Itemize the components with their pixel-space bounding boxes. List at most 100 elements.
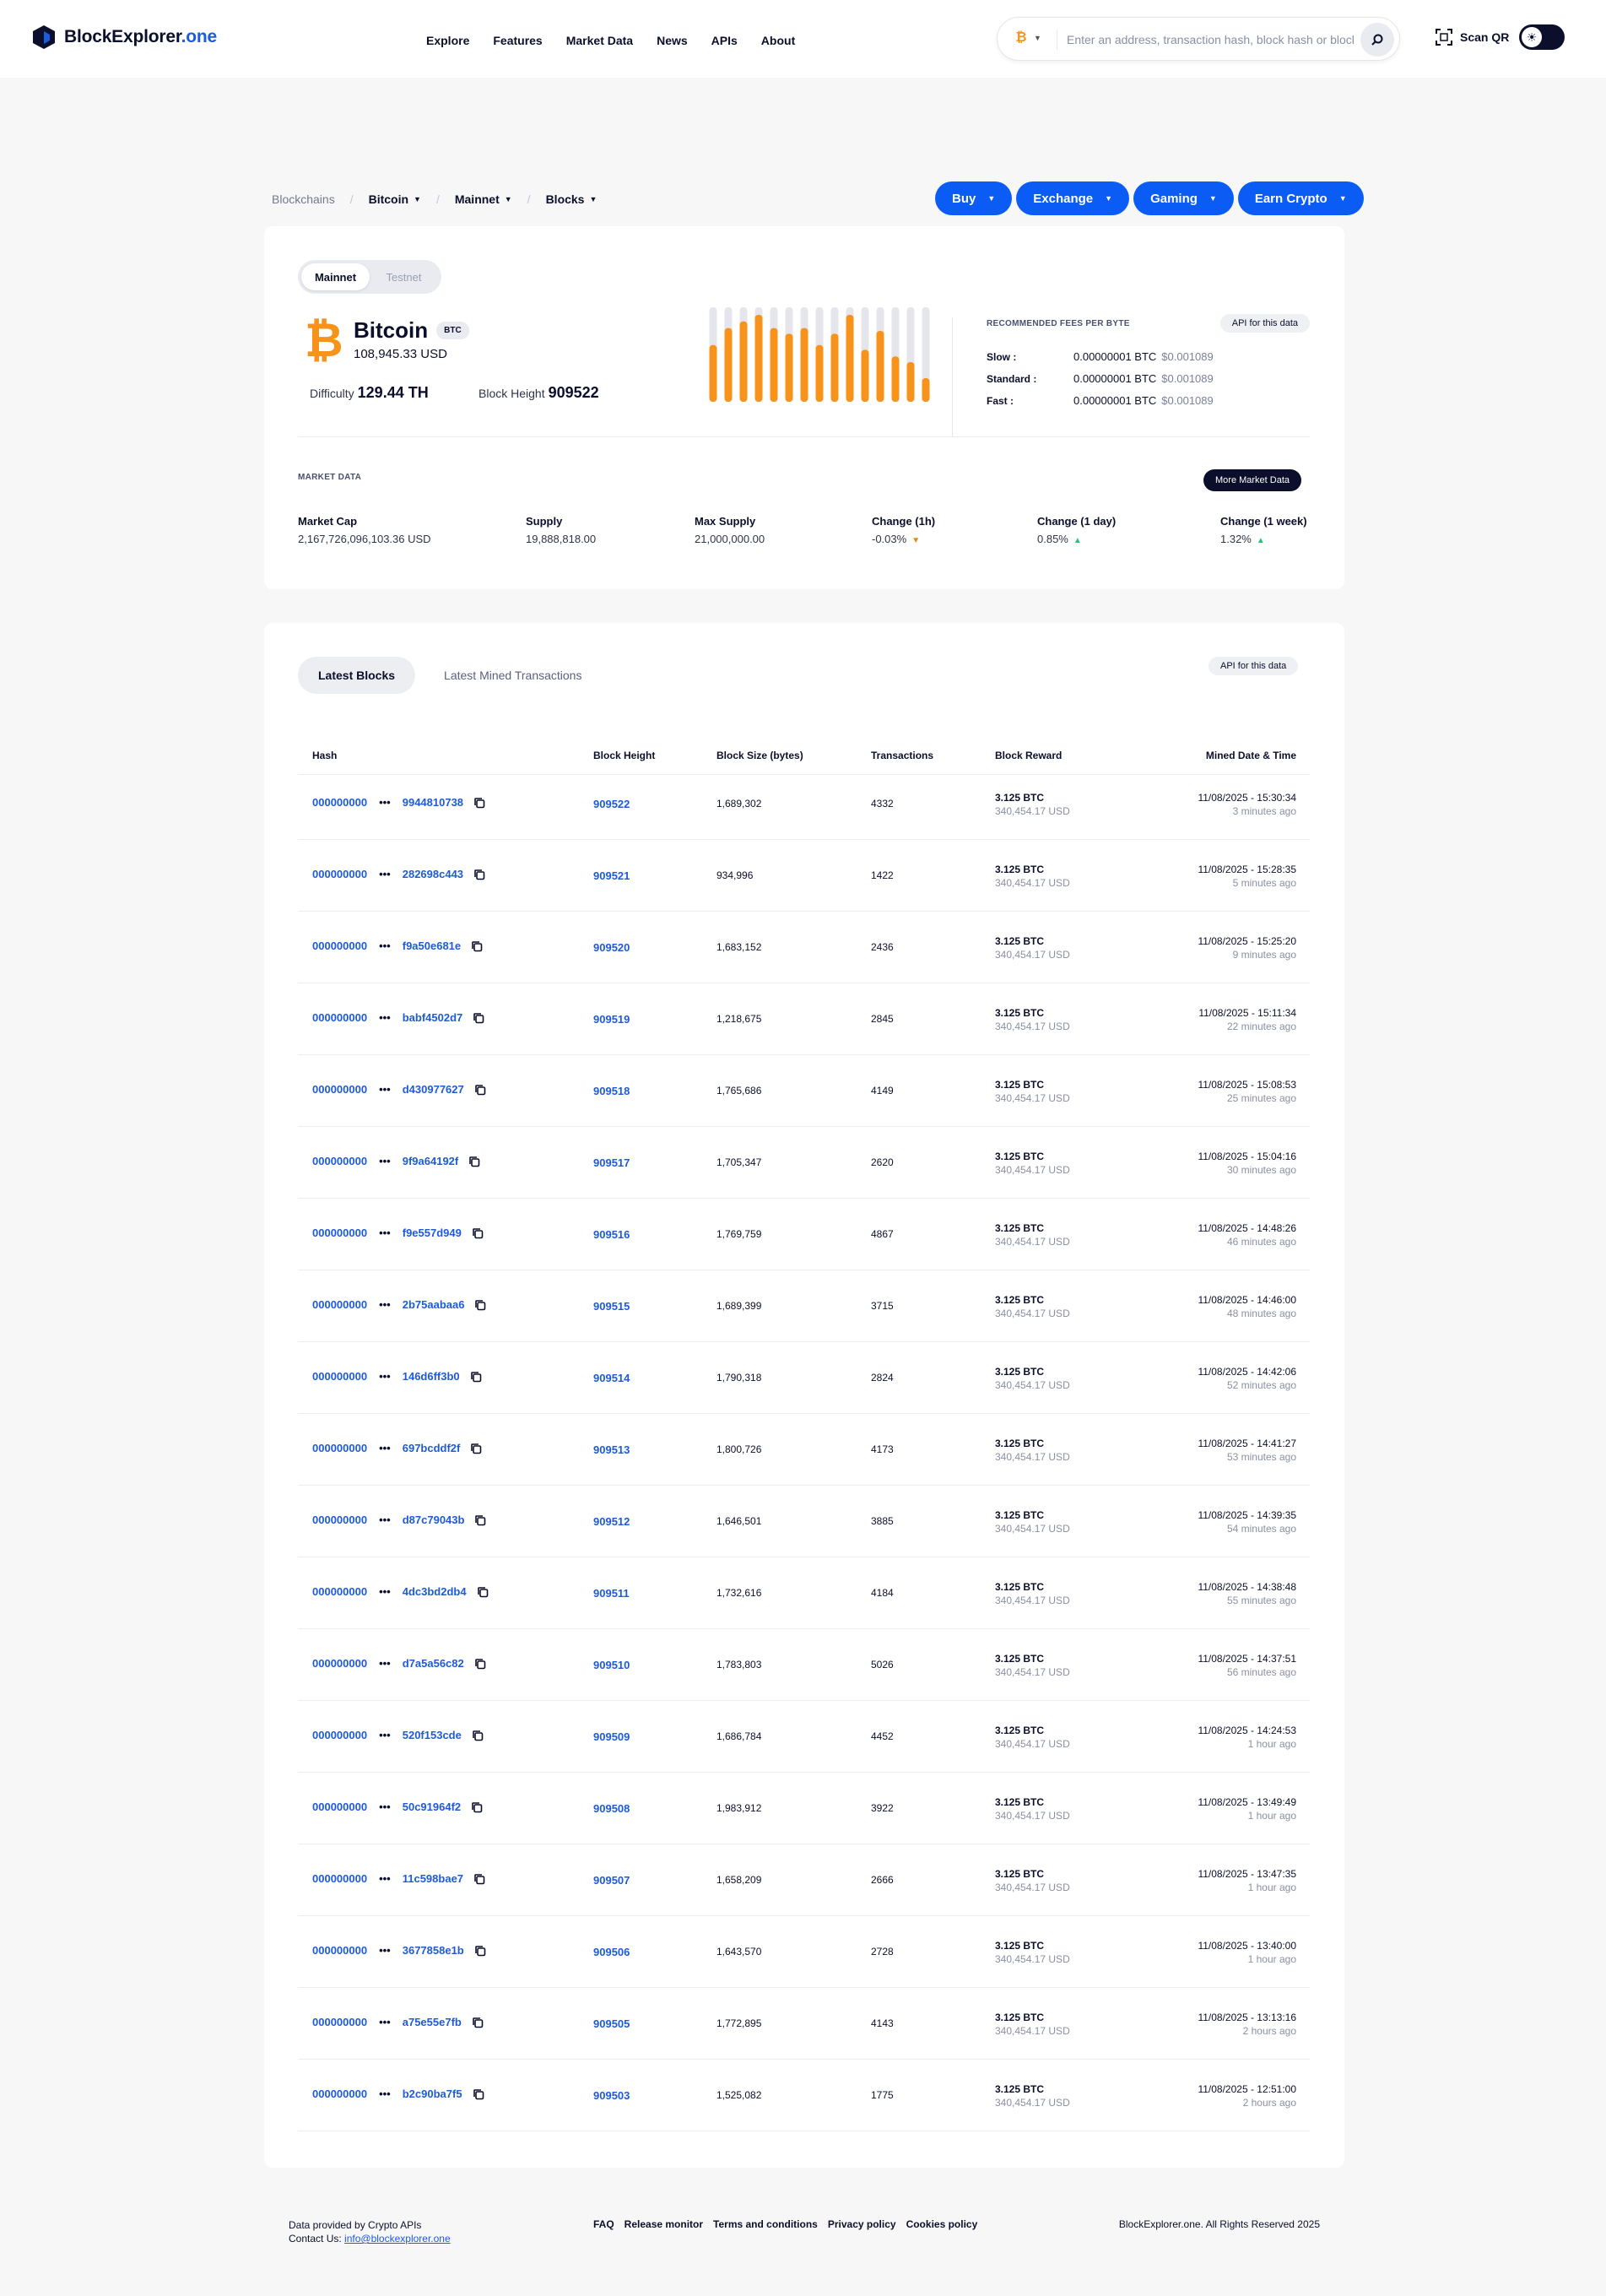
breadcrumb-chain[interactable]: Bitcoin ▼ (369, 192, 421, 206)
copy-icon[interactable] (473, 797, 485, 809)
copy-icon[interactable] (472, 1227, 484, 1239)
tab-latest-mined-transactions[interactable]: Latest Mined Transactions (424, 657, 602, 694)
block-hash-link[interactable]: 000000000 ••• 9f9a64192f (312, 1155, 480, 1167)
block-height-link[interactable]: 909505 (593, 2017, 630, 2030)
footer-link-release-monitor[interactable]: Release monitor (625, 2218, 703, 2230)
block-height-link[interactable]: 909522 (593, 798, 630, 810)
footer-link-faq[interactable]: FAQ (593, 2218, 614, 2230)
copy-icon[interactable] (472, 2017, 484, 2028)
copy-icon[interactable] (471, 1801, 483, 1813)
tab-mainnet[interactable]: Mainnet (301, 263, 370, 290)
chart-bar[interactable] (739, 321, 748, 402)
copy-icon[interactable] (474, 1299, 486, 1311)
nav-about[interactable]: About (761, 34, 795, 47)
copy-icon[interactable] (471, 940, 483, 952)
block-height-link[interactable]: 909506 (593, 1946, 630, 1958)
fees-api-button[interactable]: API for this data (1219, 314, 1310, 333)
search-button[interactable] (1360, 23, 1394, 57)
chart-bar[interactable] (800, 328, 808, 402)
breadcrumb-blockchains[interactable]: Blockchains (272, 192, 335, 206)
block-height-link[interactable]: 909515 (593, 1300, 630, 1313)
block-hash-link[interactable]: 000000000 ••• d7a5a56c82 (312, 1657, 486, 1670)
chart-bar[interactable] (770, 328, 778, 402)
chart-bar[interactable] (876, 331, 884, 402)
footer-link-cookies[interactable]: Cookies policy (906, 2218, 978, 2230)
block-hash-link[interactable]: 000000000 ••• 520f153cde (312, 1729, 484, 1741)
block-height-link[interactable]: 909518 (593, 1085, 630, 1097)
chart-bar[interactable] (785, 333, 793, 402)
block-height-link[interactable]: 909519 (593, 1013, 630, 1026)
block-hash-link[interactable]: 000000000 ••• 282698c443 (312, 868, 485, 880)
copy-icon[interactable] (474, 1658, 486, 1670)
tab-testnet[interactable]: Testnet (370, 263, 438, 290)
block-hash-link[interactable]: 000000000 ••• babf4502d7 (312, 1011, 484, 1024)
block-height-link[interactable]: 909516 (593, 1228, 630, 1241)
copy-icon[interactable] (474, 1945, 486, 1957)
copy-icon[interactable] (472, 1730, 484, 1741)
breadcrumb-network[interactable]: Mainnet ▼ (455, 192, 512, 206)
block-height-link[interactable]: 909510 (593, 1659, 630, 1671)
block-height-link[interactable]: 909514 (593, 1372, 630, 1384)
chart-bar[interactable] (754, 314, 763, 402)
chart-bar[interactable] (724, 328, 733, 402)
buy-button[interactable]: Buy ▼ (935, 181, 1013, 215)
footer-email-link[interactable]: info@blockexplorer.one (344, 2233, 451, 2245)
block-hash-link[interactable]: 000000000 ••• 4dc3bd2db4 (312, 1585, 489, 1598)
chart-bar[interactable] (815, 344, 824, 402)
nav-explore[interactable]: Explore (426, 34, 469, 47)
block-height-link[interactable]: 909507 (593, 1874, 630, 1887)
chart-bar[interactable] (846, 314, 854, 402)
block-hash-link[interactable]: 000000000 ••• b2c90ba7f5 (312, 2088, 484, 2100)
block-height-link[interactable]: 909503 (593, 2089, 630, 2102)
coin-selector[interactable]: ₿ ▼ (1013, 30, 1041, 46)
block-hash-link[interactable]: 000000000 ••• 50c91964f2 (312, 1801, 483, 1813)
copy-icon[interactable] (477, 1586, 489, 1598)
gaming-button[interactable]: Gaming ▼ (1133, 181, 1234, 215)
copy-icon[interactable] (473, 1873, 485, 1885)
copy-icon[interactable] (468, 1156, 480, 1167)
copy-icon[interactable] (470, 1371, 482, 1383)
block-height-link[interactable]: 909521 (593, 869, 630, 882)
earn-crypto-button[interactable]: Earn Crypto ▼ (1237, 181, 1364, 215)
block-hash-link[interactable]: 000000000 ••• f9a50e681e (312, 940, 483, 952)
block-hash-link[interactable]: 000000000 ••• d87c79043b (312, 1514, 486, 1526)
copy-icon[interactable] (473, 1012, 484, 1024)
tab-latest-blocks[interactable]: Latest Blocks (298, 657, 416, 694)
copy-icon[interactable] (474, 1514, 486, 1526)
chart-bar[interactable] (922, 378, 930, 402)
block-hash-link[interactable]: 000000000 ••• 3677858e1b (312, 1944, 486, 1957)
block-hash-link[interactable]: 000000000 ••• 11c598bae7 (312, 1872, 485, 1885)
block-hash-link[interactable]: 000000000 ••• 697bcddf2f (312, 1442, 482, 1454)
chart-bar[interactable] (891, 356, 900, 402)
block-hash-link[interactable]: 000000000 ••• a75e55e7fb (312, 2016, 484, 2028)
more-market-data-button[interactable]: More Market Data (1203, 469, 1302, 491)
search-input[interactable] (1067, 30, 1354, 50)
copy-icon[interactable] (473, 2088, 484, 2100)
copy-icon[interactable] (473, 869, 485, 880)
footer-link-privacy[interactable]: Privacy policy (828, 2218, 896, 2230)
block-hash-link[interactable]: 000000000 ••• 146d6ff3b0 (312, 1370, 482, 1383)
theme-toggle[interactable]: ☀ (1519, 24, 1565, 50)
scan-qr-button[interactable]: Scan QR (1435, 28, 1509, 46)
site-logo[interactable]: BlockExplorer.one (32, 24, 217, 50)
copy-icon[interactable] (474, 1084, 486, 1096)
nav-news[interactable]: News (657, 34, 688, 47)
block-height-link[interactable]: 909517 (593, 1156, 630, 1169)
nav-features[interactable]: Features (493, 34, 542, 47)
chart-bar[interactable] (709, 344, 717, 402)
nav-apis[interactable]: APIs (711, 34, 738, 47)
block-height-link[interactable]: 909520 (593, 941, 630, 954)
block-height-link[interactable]: 909511 (593, 1587, 630, 1600)
block-hash-link[interactable]: 000000000 ••• 9944810738 (312, 796, 485, 809)
chart-bar[interactable] (906, 361, 915, 402)
block-height-link[interactable]: 909509 (593, 1730, 630, 1743)
copy-icon[interactable] (470, 1443, 482, 1454)
footer-link-terms[interactable]: Terms and conditions (713, 2218, 818, 2230)
block-height-link[interactable]: 909508 (593, 1802, 630, 1815)
blocks-api-button[interactable]: API for this data (1209, 657, 1299, 675)
nav-market-data[interactable]: Market Data (566, 34, 633, 47)
block-hash-link[interactable]: 000000000 ••• d430977627 (312, 1083, 486, 1096)
exchange-button[interactable]: Exchange ▼ (1016, 181, 1130, 215)
chart-bar[interactable] (861, 349, 869, 402)
chart-bar[interactable] (830, 333, 839, 402)
